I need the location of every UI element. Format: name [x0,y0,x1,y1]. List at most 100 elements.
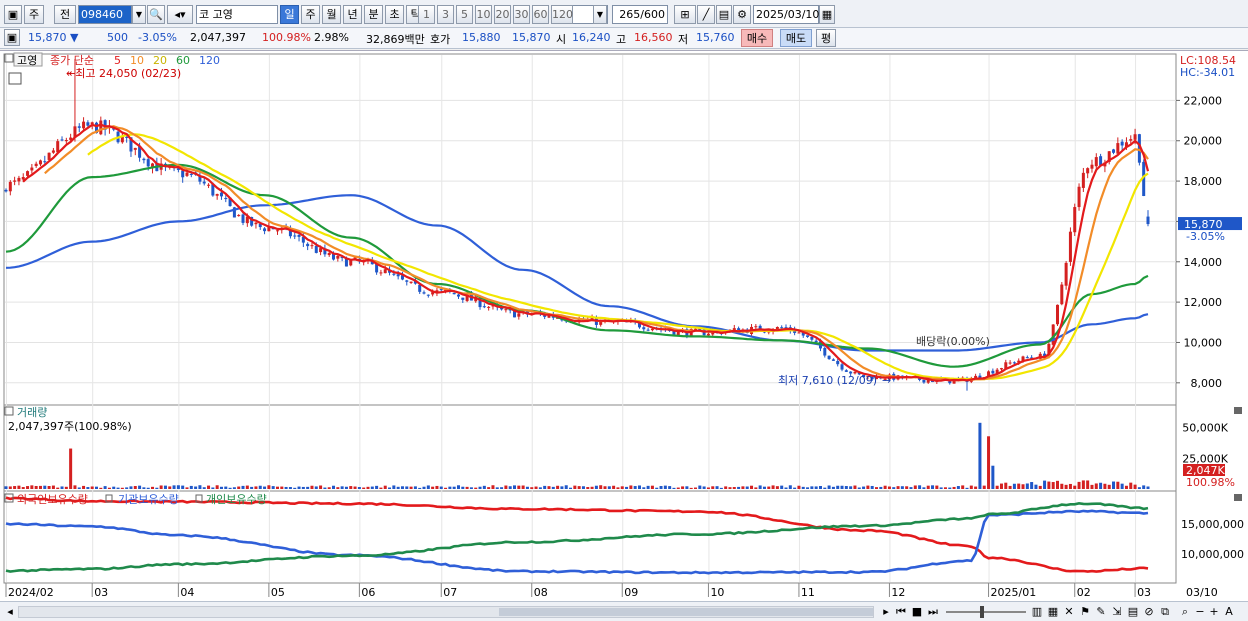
zoom-slider[interactable] [946,606,1026,618]
draw-line-icon[interactable]: ╱ [697,5,715,24]
zoom-search-icon[interactable]: ⌕ [1178,605,1192,619]
volume-bar [344,486,348,489]
market-select[interactable]: 주 [24,5,44,24]
save-icon[interactable]: ▤ [716,5,732,24]
zoom-out-icon[interactable]: − [1194,605,1206,619]
first-page-icon[interactable]: ⏮ [894,605,908,619]
calendar-icon[interactable]: ▦ [819,5,835,24]
period-tab[interactable]: 초 [385,5,404,24]
holding-close-icon[interactable] [1234,494,1242,501]
quote-amount: 32,869백만 [366,33,425,46]
expand-icon[interactable]: ⇲ [1110,605,1124,619]
candle-body [86,122,90,126]
volume-bar [961,485,965,489]
chart-svg[interactable]: 8,00010,00012,00014,00016,00018,00020,00… [0,51,1248,602]
x-tick-label: 07 [443,586,457,599]
volume-bar [370,486,374,489]
quote-toggle-icon[interactable]: ▣ [4,29,20,46]
interval-button[interactable]: 60 [532,5,549,24]
candle-body [306,243,310,247]
period-tab[interactable]: 년 [343,5,362,24]
scroll-track[interactable] [18,606,874,618]
sell-button[interactable]: 매도 [780,29,812,47]
candle-body [1146,216,1150,225]
candle-body [189,173,193,175]
period-tab[interactable]: 분 [364,5,383,24]
price-tick-label: 20,000 [1184,135,1223,148]
interval-button[interactable]: 120 [551,5,573,24]
volume-bar [1099,482,1103,489]
volume-bar [676,487,680,489]
date-input[interactable]: 2025/03/10 [753,5,819,24]
volume-bar [698,485,702,489]
stock-name-field[interactable]: 코 고영 [196,5,278,24]
chart-area[interactable]: 8,00010,00012,00014,00016,00018,00020,00… [0,50,1248,601]
bar-chart-icon[interactable]: ▥ [1030,605,1044,619]
table-toggle-icon[interactable] [8,72,22,85]
range-field[interactable]: 265/600 [612,5,668,24]
period-tab[interactable]: 일 [280,5,299,24]
volume-bar [275,486,279,489]
candle-body [379,272,383,274]
auto-icon[interactable]: A [1222,605,1236,619]
code-dropdown-icon[interactable]: ▼ [132,5,146,24]
volume-bar [513,485,517,489]
volume-bar [469,487,473,489]
interval-dropdown-icon[interactable]: ▼ [593,5,607,24]
volume-bar [1081,480,1085,489]
volume-bar [215,485,219,489]
scope-select[interactable]: 전 [54,5,76,24]
copy-icon[interactable]: ⧉ [1158,605,1172,619]
code-input[interactable]: 098460 [78,5,132,24]
candle-body [1068,231,1072,262]
volume-bar [556,485,560,489]
last-page-icon[interactable]: ⏭ [926,605,940,619]
volume-bar [163,485,167,489]
volume-bar [168,486,172,489]
volume-bar [263,486,267,489]
buy-button[interactable]: 매수 [741,29,773,47]
volume-bar [1034,484,1038,489]
interval-button[interactable]: 30 [513,5,530,24]
gear-icon[interactable]: ⚙ [733,5,751,24]
layout-icon[interactable]: ▤ [1126,605,1140,619]
window-icon[interactable]: ▣ [4,5,22,24]
candle-body [1094,157,1098,167]
period-tab[interactable]: 월 [322,5,341,24]
period-tab[interactable]: 주 [301,5,320,24]
grid-icon[interactable]: ▦ [1046,605,1060,619]
volume-bar [241,485,245,489]
tool-icon[interactable]: ✎ [1094,605,1108,619]
interval-button[interactable]: 3 [437,5,454,24]
interval-button[interactable]: 20 [494,5,511,24]
quote-change-pct: -3.05% [138,31,177,44]
volume-bar [818,485,822,489]
interval-button[interactable]: 10 [475,5,492,24]
stock-label: 고영 [17,54,37,67]
quote-ask1: 15,880 [462,31,501,44]
volume-bar [388,487,392,489]
volume-bar [793,487,797,489]
interval-button[interactable]: 5 [456,5,473,24]
scroll-thumb[interactable] [499,608,873,616]
flag-icon[interactable]: ⚑ [1078,605,1092,619]
stop-icon[interactable]: ■ [910,605,924,619]
search-icon[interactable]: 🔍 [147,5,165,24]
volume-bar [181,485,185,489]
volume-bar [1012,483,1016,489]
eval-button[interactable]: 평 [816,29,836,47]
candle-body [482,306,486,308]
speaker-icon[interactable]: ◂▾ [167,5,193,24]
crosshair-icon[interactable]: ✕ [1062,605,1076,619]
interval-button[interactable]: 1 [418,5,435,24]
volume-close-icon[interactable] [1234,407,1242,414]
candle-type-icon[interactable]: ⊞ [674,5,696,24]
zoom-thumb[interactable] [980,606,984,618]
volume-bar [284,486,288,489]
zoom-in-icon[interactable]: + [1208,605,1220,619]
scroll-right-icon[interactable]: ▸ [880,605,892,619]
volume-tick-label: 50,000K [1182,422,1228,435]
link-icon[interactable]: ⊘ [1142,605,1156,619]
scroll-left-icon[interactable]: ◂ [4,605,16,619]
x-tick-label: 03 [94,586,108,599]
